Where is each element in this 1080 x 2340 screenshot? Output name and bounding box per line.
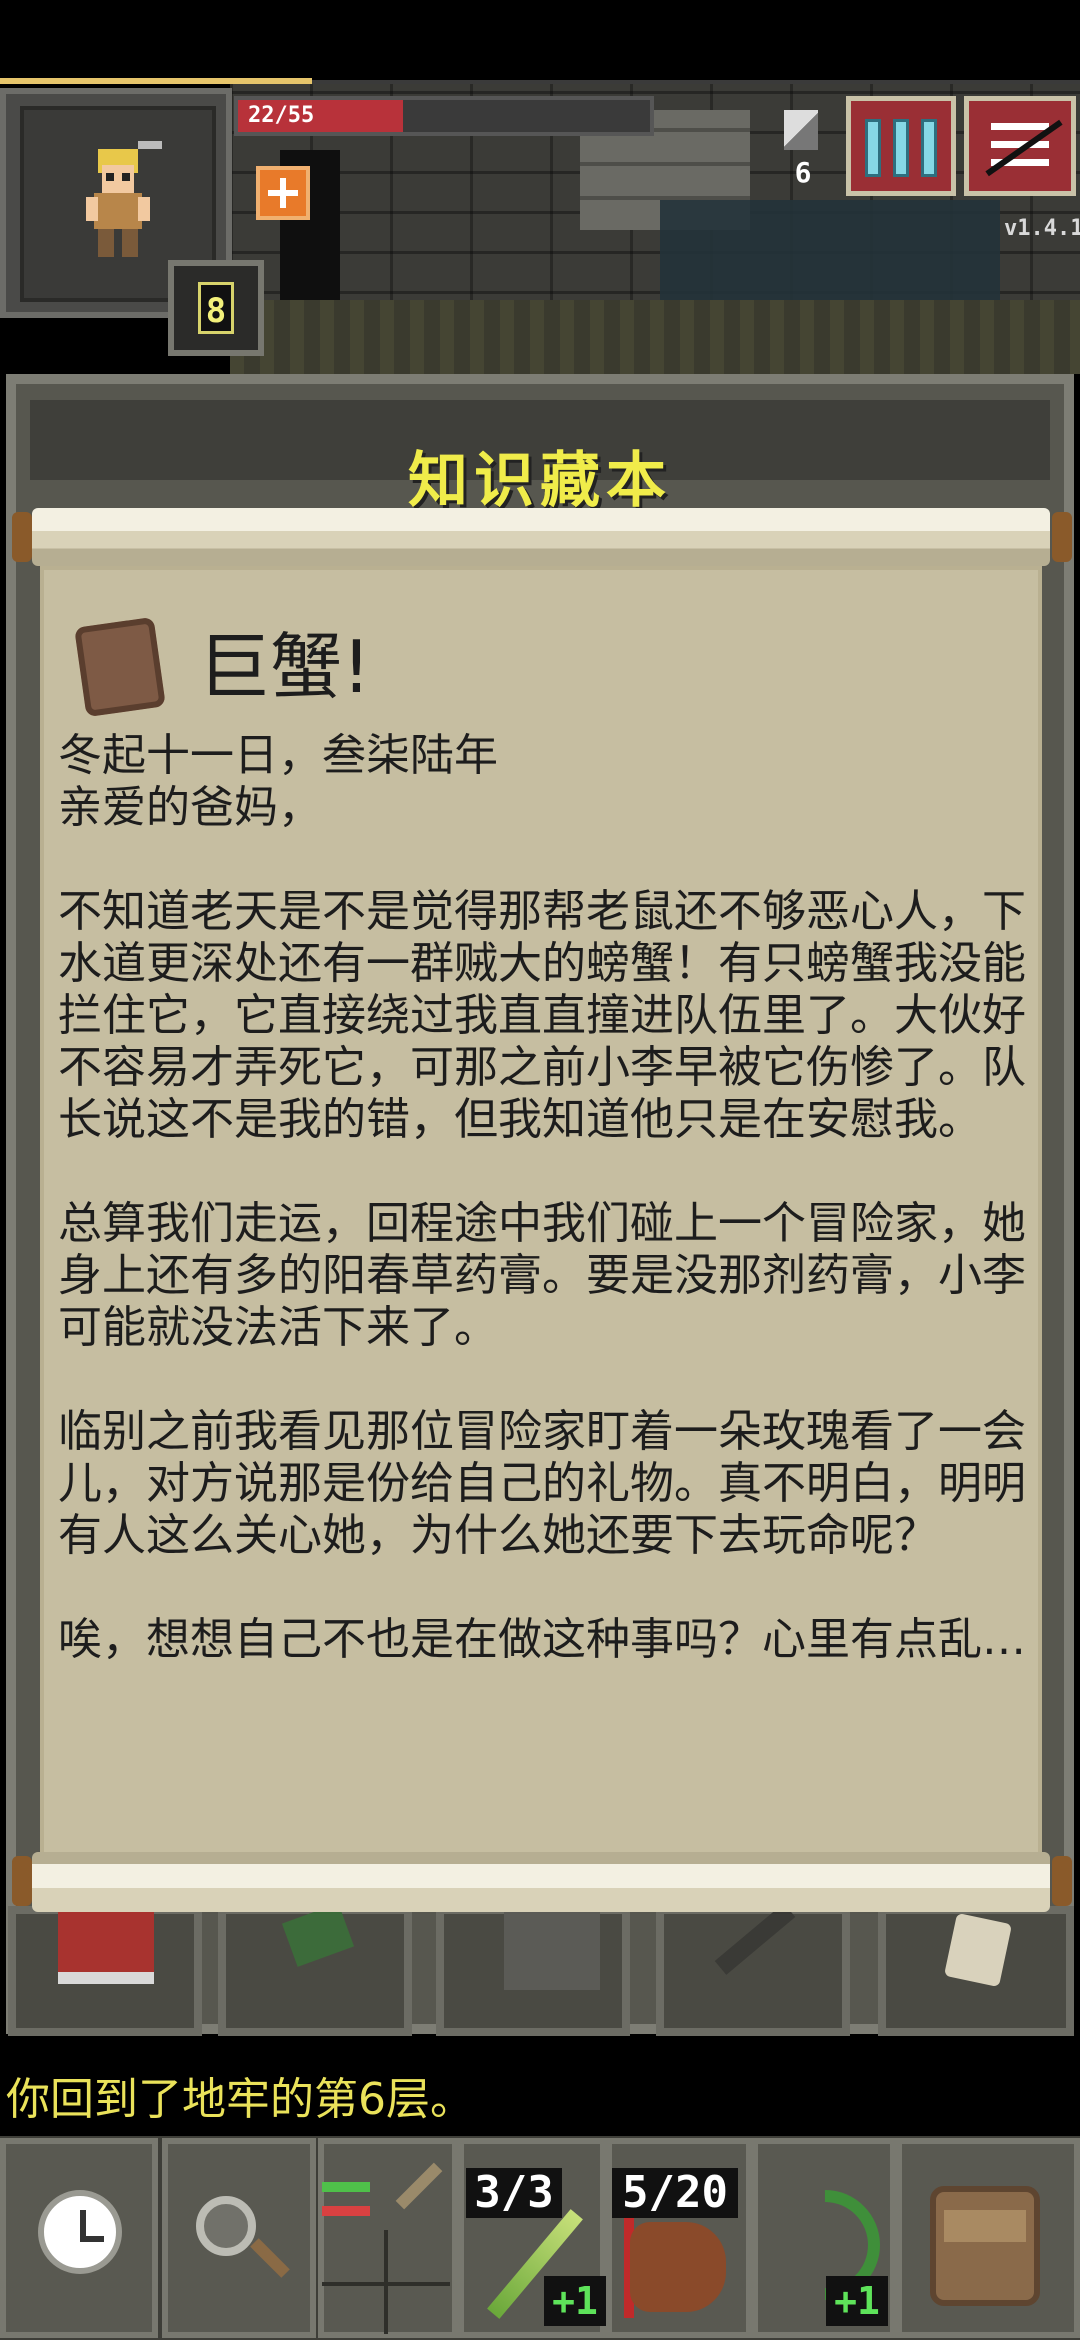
waterskin-charges: 5/20 <box>612 2168 738 2218</box>
version-label: v1.4.1 <box>1004 216 1080 241</box>
waterskin-icon <box>630 2222 726 2312</box>
menu-icon <box>991 123 1049 130</box>
wand-upgrade-level: +1 <box>544 2276 606 2326</box>
journal-tab-bestiary[interactable] <box>656 1906 850 2036</box>
scroll-knob <box>1052 1856 1072 1906</box>
backpack-flap <box>944 2210 1026 2242</box>
dungeon-floor <box>230 300 1080 374</box>
hero-level-value: 8 <box>198 282 234 334</box>
scroll-knob <box>12 512 32 562</box>
quickslot-grid <box>322 2230 450 2334</box>
bow-upgrade-level: +1 <box>826 2276 888 2326</box>
note-body: 冬起十一日，叁柒陆年 亲爱的爸妈， 不知道老天是不是觉得那帮老鼠还不够恶心人，下… <box>58 730 1026 1665</box>
journal-icon <box>893 119 909 177</box>
parchment-note-icon <box>74 616 166 718</box>
depth-value: 6 <box>794 156 812 189</box>
backpack-icon <box>930 2186 1040 2306</box>
status-bar <box>0 0 1080 80</box>
wand-charges: 3/3 <box>466 2168 562 2218</box>
swap-icon <box>322 2178 374 2222</box>
menu-button[interactable] <box>964 96 1076 196</box>
journal-window-title: 知识藏本 <box>408 446 672 516</box>
note-title: 巨蟹! <box>198 625 371 709</box>
journal-button[interactable] <box>846 96 956 196</box>
swap-arrow-icon <box>322 2206 370 2216</box>
health-text: 22/55 <box>248 103 315 128</box>
scroll-rod-bottom <box>32 1852 1050 1912</box>
journal-icon <box>921 119 937 177</box>
scroll-knob <box>12 1856 32 1906</box>
swap-arrow-icon <box>322 2182 370 2192</box>
armor-icon <box>504 1912 600 1990</box>
scroll-rod-top <box>32 508 1050 566</box>
journal-icon <box>865 119 881 177</box>
book-icon <box>58 1912 154 1984</box>
clock-icon <box>38 2190 122 2274</box>
search-icon <box>196 2196 256 2256</box>
buff-icon[interactable] <box>256 166 310 220</box>
stairs-icon <box>784 110 818 150</box>
hero-sprite-icon <box>86 141 162 257</box>
game-log-message: 你回到了地牢的第6层。 <box>6 2074 474 2125</box>
scroll-knob <box>1052 512 1072 562</box>
